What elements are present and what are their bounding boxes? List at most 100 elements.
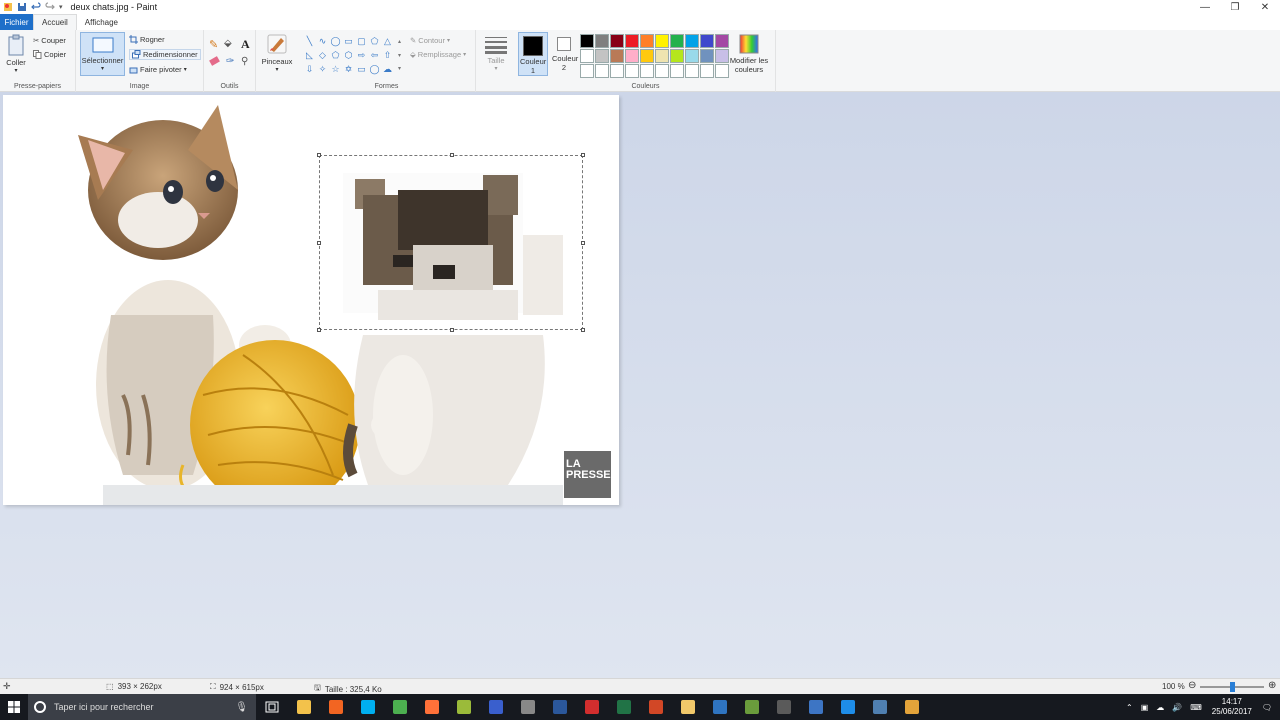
palette-swatch[interactable]	[580, 64, 594, 78]
palette-swatch[interactable]	[700, 64, 714, 78]
size-button[interactable]: Taille ▾	[482, 36, 510, 72]
minimize-button[interactable]: —	[1190, 0, 1220, 14]
selection-handle-e[interactable]	[581, 241, 585, 245]
palette-swatch[interactable]	[715, 64, 729, 78]
virtualbox-app-button[interactable]	[800, 694, 832, 720]
color1-button[interactable]: Couleur 1	[518, 32, 548, 76]
palette-swatch[interactable]	[655, 64, 669, 78]
tray-app-icon[interactable]: ▣	[1141, 703, 1149, 712]
diamond-shape-icon[interactable]: ◇	[316, 50, 329, 61]
palette-swatch[interactable]	[685, 34, 699, 48]
palette-swatch[interactable]	[670, 34, 684, 48]
left-arrow-shape-icon[interactable]: ⇦	[368, 50, 381, 61]
palette-swatch[interactable]	[610, 64, 624, 78]
paste-button[interactable]: Coller ▾	[4, 34, 28, 74]
shapes-scroll-up-icon[interactable]: ▴	[398, 38, 401, 45]
palette-swatch[interactable]	[625, 64, 639, 78]
selection-handle-sw[interactable]	[317, 328, 321, 332]
keyboard-icon[interactable]: ⌨	[1190, 703, 1202, 712]
pencil-icon[interactable]: ✎	[209, 38, 218, 51]
selection-handle-se[interactable]	[581, 328, 585, 332]
microphone-icon[interactable]: 🎙	[235, 702, 248, 713]
tray-overflow-icon[interactable]: ⌃	[1126, 703, 1133, 712]
magnifier-icon[interactable]: ⚲	[241, 56, 248, 67]
shapes-expand-icon[interactable]: ▾	[398, 65, 401, 72]
outline-button[interactable]: ✎ Contour ▾	[410, 36, 450, 45]
resize-button[interactable]: Redimensionner	[129, 49, 201, 60]
gimp-app-button[interactable]	[448, 694, 480, 720]
tab-file[interactable]: Fichier	[0, 14, 33, 30]
four-point-star-shape-icon[interactable]: ✧	[316, 64, 329, 75]
acrobat-app-button[interactable]	[576, 694, 608, 720]
quicktime-app-button[interactable]	[512, 694, 544, 720]
palette-swatch[interactable]	[610, 34, 624, 48]
firefox-app-button[interactable]	[416, 694, 448, 720]
powerpoint-app-button[interactable]	[640, 694, 672, 720]
up-arrow-shape-icon[interactable]: ⇧	[381, 50, 394, 61]
palette-swatch[interactable]	[670, 49, 684, 63]
palette-swatch[interactable]	[640, 34, 654, 48]
media-app-button[interactable]	[768, 694, 800, 720]
crop-button[interactable]: Rogner	[129, 35, 165, 44]
brushes-button[interactable]: Pinceaux ▾	[259, 33, 295, 73]
installer-app-button[interactable]	[704, 694, 736, 720]
orange-app-button[interactable]	[320, 694, 352, 720]
selection-handle-w[interactable]	[317, 241, 321, 245]
action-center-icon[interactable]: 🗨	[1262, 703, 1272, 712]
notepad-app-button[interactable]	[672, 694, 704, 720]
palette-swatch[interactable]	[580, 34, 594, 48]
cut-button[interactable]: ✂ Couper	[33, 36, 66, 45]
pentagon-shape-icon[interactable]: ⬠	[329, 50, 342, 61]
palette-swatch[interactable]	[640, 49, 654, 63]
excel-app-button[interactable]	[608, 694, 640, 720]
five-point-star-shape-icon[interactable]: ☆	[329, 64, 342, 75]
triangle-shape-icon[interactable]: △	[381, 36, 394, 47]
palette-swatch[interactable]	[625, 34, 639, 48]
palette-swatch[interactable]	[655, 49, 669, 63]
selection-handle-ne[interactable]	[581, 153, 585, 157]
eraser-icon[interactable]	[209, 56, 220, 66]
rounded-rectangle-shape-icon[interactable]: ▢	[355, 36, 368, 47]
skype-app-button[interactable]	[352, 694, 384, 720]
oval-shape-icon[interactable]: ◯	[329, 36, 342, 47]
selection-handle-s[interactable]	[450, 328, 454, 332]
oval-callout-shape-icon[interactable]: ◯	[368, 64, 381, 75]
palette-swatch[interactable]	[595, 49, 609, 63]
palette-swatch[interactable]	[670, 64, 684, 78]
screen-app-button[interactable]	[864, 694, 896, 720]
selection-handle-nw[interactable]	[317, 153, 321, 157]
hexagon-shape-icon[interactable]: ⬡	[342, 50, 355, 61]
word-app-button[interactable]	[544, 694, 576, 720]
edit-colors-button[interactable]: Modifier les couleurs	[724, 34, 774, 74]
shapes-scroll-down-icon[interactable]: ▾	[398, 52, 401, 59]
palette-swatch[interactable]	[715, 49, 729, 63]
line-shape-icon[interactable]: ╲	[303, 36, 316, 47]
zoom-slider-thumb[interactable]	[1230, 682, 1235, 692]
color-picker-icon[interactable]: ✑	[226, 56, 234, 67]
save-icon[interactable]	[17, 2, 27, 12]
redo-icon[interactable]	[45, 2, 55, 12]
curve-shape-icon[interactable]: ∿	[316, 36, 329, 47]
close-button[interactable]: ✕	[1250, 0, 1280, 14]
rectangle-shape-icon[interactable]: ▭	[342, 36, 355, 47]
outlook-app-button[interactable]	[832, 694, 864, 720]
palette-swatch[interactable]	[685, 49, 699, 63]
tab-view[interactable]: Affichage	[77, 14, 126, 30]
tab-home[interactable]: Accueil	[33, 14, 77, 30]
customize-quick-access-icon[interactable]: ▾	[59, 3, 63, 11]
polygon-shape-icon[interactable]: ⬠	[368, 36, 381, 47]
maximize-button[interactable]: ❐	[1220, 0, 1250, 14]
palette-swatch[interactable]	[640, 64, 654, 78]
fill-bucket-icon[interactable]: ⬙	[224, 38, 232, 49]
volume-icon[interactable]: 🔊	[1172, 703, 1182, 712]
palette-swatch[interactable]	[580, 49, 594, 63]
selection-handle-n[interactable]	[450, 153, 454, 157]
palette-swatch[interactable]	[595, 34, 609, 48]
six-point-star-shape-icon[interactable]: ✡	[342, 64, 355, 75]
palette-swatch[interactable]	[610, 49, 624, 63]
undo-icon[interactable]	[31, 2, 41, 12]
cloud-callout-shape-icon[interactable]: ☁	[381, 64, 394, 75]
palette-swatch[interactable]	[700, 34, 714, 48]
start-button[interactable]	[0, 694, 28, 720]
palette-swatch[interactable]	[715, 34, 729, 48]
